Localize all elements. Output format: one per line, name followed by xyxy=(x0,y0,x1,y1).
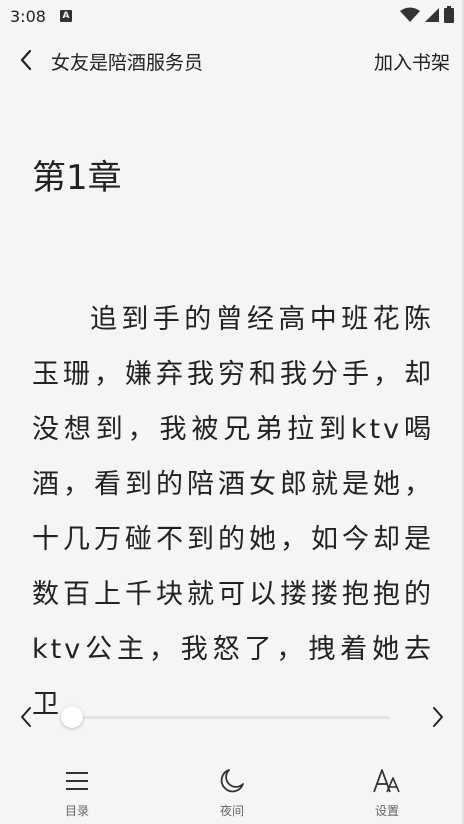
progress-slider-thumb[interactable] xyxy=(61,706,83,728)
wifi-icon xyxy=(400,7,420,22)
chapter-progress-row xyxy=(0,700,464,734)
chevron-left-icon xyxy=(21,707,31,727)
back-button[interactable] xyxy=(14,48,38,72)
chapter-title: 第1章 xyxy=(32,158,122,198)
moon-icon xyxy=(217,766,247,796)
settings-button[interactable]: 设置 xyxy=(347,766,427,822)
battery-icon xyxy=(444,6,454,23)
status-bar: 3:08 A xyxy=(0,0,464,32)
reader-screen: 3:08 A 女友是陪酒服务员 加入书架 第1章 追到手的曾经高中班花陈玉珊，嫌… xyxy=(0,0,464,824)
status-icons xyxy=(400,6,454,23)
night-mode-label: 夜间 xyxy=(219,804,244,818)
bottom-toolbar: 目录 夜间 设置 xyxy=(0,760,464,824)
chapter-content: 追到手的曾经高中班花陈玉珊，嫌弃我穷和我分手，却没想到，我被兄弟拉到ktv喝酒，… xyxy=(32,292,434,732)
book-title: 女友是陪酒服务员 xyxy=(51,52,204,74)
catalog-button[interactable]: 目录 xyxy=(37,766,117,822)
chapter-paragraph: 追到手的曾经高中班花陈玉珊，嫌弃我穷和我分手，却没想到，我被兄弟拉到ktv喝酒，… xyxy=(32,304,434,720)
add-to-shelf-button[interactable]: 加入书架 xyxy=(374,48,450,75)
top-bar: 女友是陪酒服务员 加入书架 xyxy=(0,40,464,80)
settings-label: 设置 xyxy=(374,804,399,818)
catalog-label: 目录 xyxy=(64,804,89,818)
menu-icon xyxy=(62,766,92,796)
progress-slider[interactable] xyxy=(61,706,390,728)
status-time: 3:08 xyxy=(10,6,46,26)
next-chapter-button[interactable] xyxy=(426,705,450,729)
night-mode-button[interactable]: 夜间 xyxy=(192,766,272,822)
chevron-left-icon xyxy=(20,49,32,71)
chevron-right-icon xyxy=(433,707,443,727)
signal-icon xyxy=(425,7,439,22)
notification-icon: A xyxy=(59,10,72,22)
previous-chapter-button[interactable] xyxy=(14,705,38,729)
font-size-icon xyxy=(372,766,402,796)
